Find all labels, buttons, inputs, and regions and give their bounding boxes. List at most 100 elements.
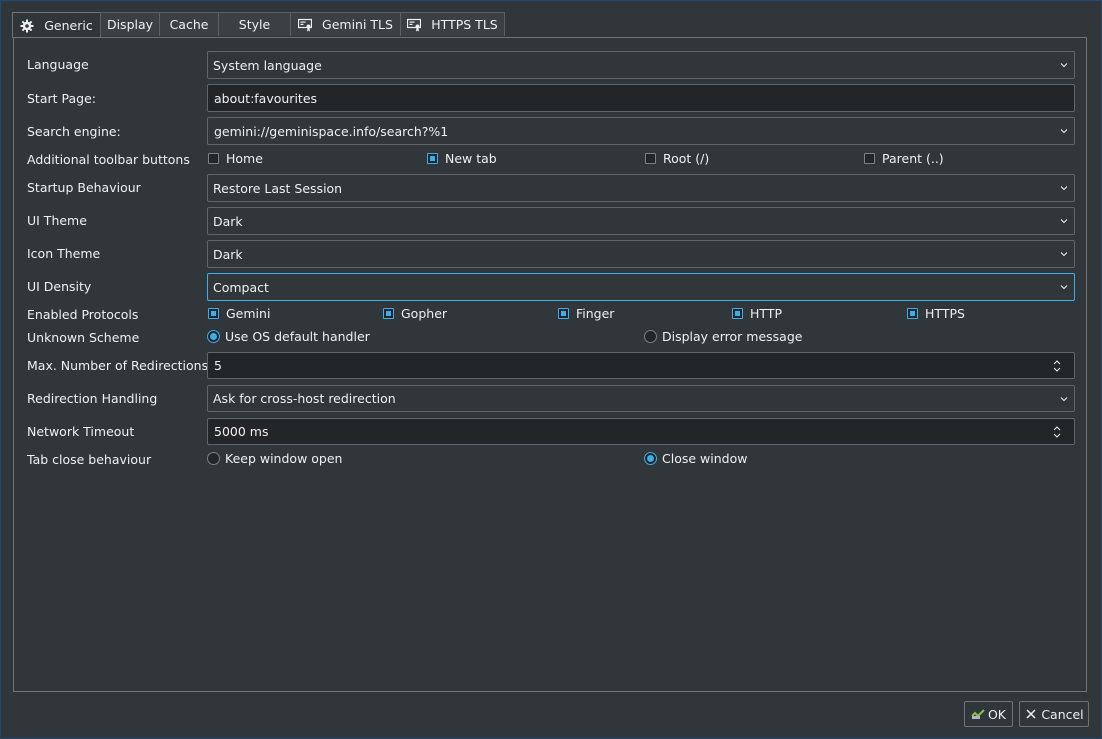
spin-arrows-icon[interactable] [1052,424,1062,440]
checkbox-label: New tab [445,151,497,166]
search-engine-label: Search engine: [27,124,121,139]
start-page-value: about:favourites [214,90,318,106]
start-page-input[interactable]: about:favourites [207,84,1075,112]
certificate-icon [298,18,313,32]
http-checkbox[interactable]: HTTP [732,306,782,321]
max-redirections-spinbox[interactable]: 5 [207,352,1075,379]
network-timeout-row: Network Timeout 5000 ms [27,418,1075,445]
checkbox-label: Root (/) [663,151,710,166]
checkbox-box [427,153,438,164]
checkbox-box [208,308,219,319]
cancel-button[interactable]: Cancel [1019,701,1089,727]
checkbox-label: Gopher [401,306,448,321]
checkbox-box [907,308,918,319]
startup-combobox[interactable]: Restore Last Session [207,174,1075,202]
spin-arrows-icon[interactable] [1052,358,1062,374]
tab-close-label: Tab close behaviour [27,452,152,467]
chevron-down-icon [1060,285,1068,290]
checkbox-box [732,308,743,319]
radio-label: Display error message [662,329,803,344]
tab-gemini-tls[interactable]: Gemini TLS [290,12,401,36]
gear-icon [20,19,34,33]
checkbox-label: Home [226,151,263,166]
radio-label: Use OS default handler [225,329,370,344]
tab-label: Style [238,17,271,32]
radio-circle [644,330,657,343]
checkbox-box [208,153,219,164]
https-checkbox[interactable]: HTTPS [907,306,965,321]
checkbox-label: Gemini [226,306,271,321]
redirection-handling-combobox[interactable]: Ask for cross-host redirection [207,385,1075,412]
chevron-down-icon [1060,186,1068,191]
close-window-radio[interactable]: Close window [644,451,747,466]
redirection-handling-value: Ask for cross-host redirection [213,391,396,406]
tab-https-tls[interactable]: HTTPS TLS [400,12,505,36]
ui-theme-combobox[interactable]: Dark [207,207,1075,235]
tab-display[interactable]: Display [100,12,160,36]
redirection-handling-label: Redirection Handling [27,391,158,406]
chevron-down-icon [1060,63,1068,68]
ui-density-combobox[interactable]: Compact [207,273,1075,301]
ui-density-row: UI Density Compact [27,273,1075,301]
finger-checkbox[interactable]: Finger [558,306,614,321]
chevron-down-icon [1060,219,1068,224]
redirection-handling-row: Redirection Handling Ask for cross-host … [27,385,1075,412]
language-combobox[interactable]: System language [207,51,1075,79]
tab-label: HTTPS TLS [431,17,498,32]
tab-cache[interactable]: Cache [159,12,219,36]
keep-window-open-radio[interactable]: Keep window open [207,451,342,466]
radio-circle [207,452,220,465]
language-row: Language System language [27,51,1075,79]
unknown-scheme-row: Unknown Scheme Use OS default handler Di… [27,329,1075,347]
protocols-row: Enabled Protocols Gemini Gopher Finger H… [27,306,1075,324]
os-handler-radio[interactable]: Use OS default handler [207,329,370,344]
parent-checkbox[interactable]: Parent (..) [864,151,944,166]
icon-theme-value: Dark [213,246,243,262]
close-icon [1024,707,1038,721]
max-redirections-label: Max. Number of Redirections [27,358,209,373]
language-label: Language [27,57,89,72]
checkbox-box [645,153,656,164]
checkbox-label: Parent (..) [882,151,944,166]
network-timeout-value: 5000 ms [214,424,269,439]
checkbox-label: HTTPS [925,306,965,321]
protocols-label: Enabled Protocols [27,307,139,322]
radio-label: Close window [662,451,748,466]
ui-theme-value: Dark [213,213,243,229]
toolbar-buttons-row: Additional toolbar buttons Home New tab … [27,151,1075,169]
tab-label: Gemini TLS [322,17,393,32]
ok-button[interactable]: OK [964,701,1013,727]
max-redirections-value: 5 [214,358,222,373]
tab-close-row: Tab close behaviour Keep window open Clo… [27,451,1075,469]
tab-style[interactable]: Style [218,12,291,36]
checkbox-label: Finger [576,306,615,321]
toolbar-buttons-label: Additional toolbar buttons [27,152,190,167]
search-engine-combobox[interactable]: gemini://geminispace.info/search?%1 [207,117,1075,145]
cancel-label: Cancel [1041,706,1084,722]
root-checkbox[interactable]: Root (/) [645,151,709,166]
checkbox-box [864,153,875,164]
icon-theme-row: Icon Theme Dark [27,240,1075,268]
chevron-down-icon [1060,396,1068,401]
error-message-radio[interactable]: Display error message [644,329,802,344]
gemini-checkbox[interactable]: Gemini [208,306,270,321]
tab-label: Display [106,17,154,32]
icon-theme-label: Icon Theme [27,246,101,261]
checkbox-label: HTTP [750,306,782,321]
icon-theme-combobox[interactable]: Dark [207,240,1075,268]
new-tab-checkbox[interactable]: New tab [427,151,497,166]
network-timeout-spinbox[interactable]: 5000 ms [207,418,1075,445]
network-timeout-label: Network Timeout [27,424,135,439]
gopher-checkbox[interactable]: Gopher [383,306,447,321]
apply-icon [971,707,985,721]
startup-value: Restore Last Session [213,180,343,196]
ui-density-label: UI Density [27,279,92,294]
unknown-scheme-label: Unknown Scheme [27,330,140,345]
radio-circle [207,330,220,343]
start-page-row: Start Page: about:favourites [27,84,1075,112]
startup-row: Startup Behaviour Restore Last Session [27,174,1075,202]
home-checkbox[interactable]: Home [208,151,263,166]
ui-theme-label: UI Theme [27,213,87,228]
tab-generic[interactable]: Generic [12,12,101,38]
search-engine-value: gemini://geminispace.info/search?%1 [214,123,449,139]
